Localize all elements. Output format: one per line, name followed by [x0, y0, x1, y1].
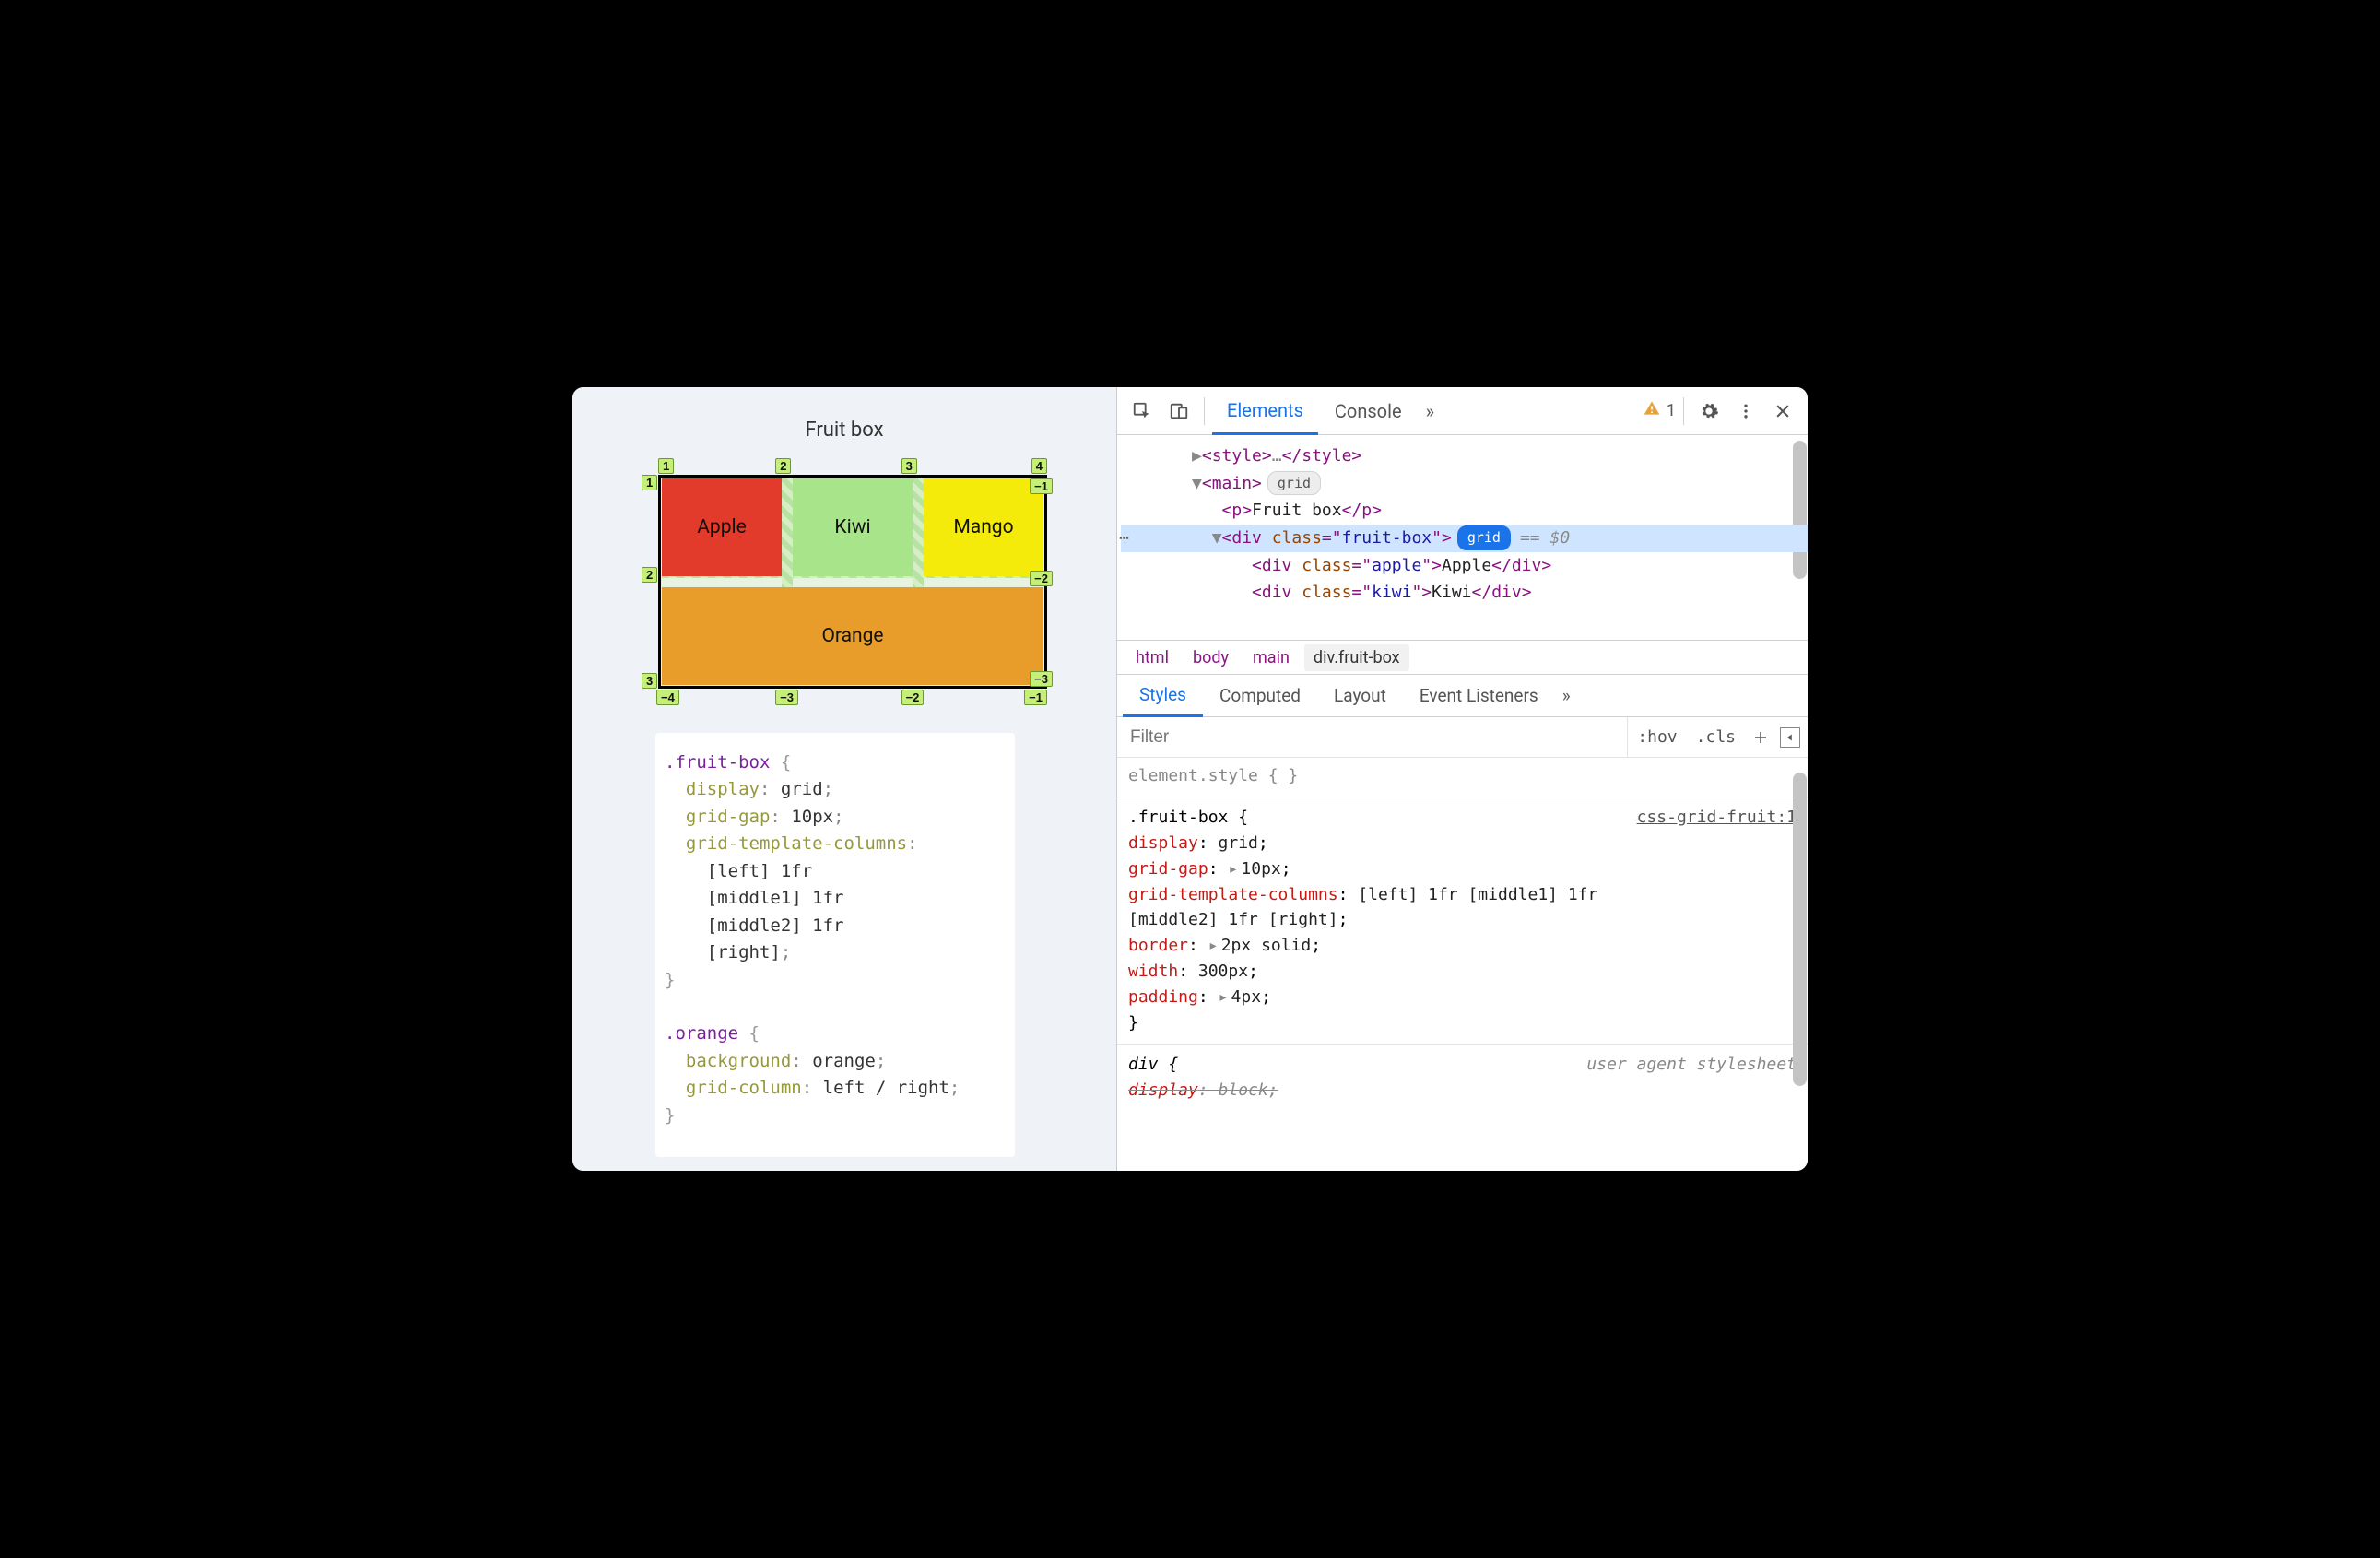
cls-toggle[interactable]: .cls [1687, 717, 1745, 757]
css-decl[interactable]: width: 300px; [1128, 959, 1797, 985]
crumb-fruitbox[interactable]: div.fruit-box [1304, 644, 1409, 671]
grid-linenum: 3 [901, 458, 917, 474]
devtools-toolbar: Elements Console » 1 [1117, 387, 1808, 435]
cell-apple: Apple [662, 478, 782, 576]
cell-kiwi: Kiwi [793, 478, 913, 576]
scrollbar-thumb[interactable] [1793, 773, 1807, 1086]
app-window: Fruit box Apple Kiwi Mango Orange 1 2 3 … [572, 387, 1808, 1171]
filter-input[interactable] [1117, 717, 1627, 757]
css-decl[interactable]: grid-template-columns: [left] 1fr [middl… [1128, 882, 1797, 908]
cell-orange: Orange [662, 587, 1043, 685]
css-decl[interactable]: padding: ▸4px; [1128, 985, 1797, 1010]
dom-breadcrumb: html body main div.fruit-box [1117, 640, 1808, 675]
grid-linenum: 2 [775, 458, 791, 474]
css-decl[interactable]: display: grid; [1128, 831, 1797, 856]
dom-node-style[interactable]: ▶<style>…</style> [1121, 443, 1808, 470]
dom-node-kiwi[interactable]: <div class="kiwi">Kiwi</div> [1121, 579, 1808, 607]
source-link[interactable]: css-grid-fruit:1 [1637, 805, 1797, 831]
element-style-rule[interactable]: element.style { [1128, 766, 1278, 785]
crumb-main[interactable]: main [1243, 644, 1299, 671]
grid-overlay: Apple Kiwi Mango Orange 1 2 3 4 1 2 3 −1… [642, 458, 1047, 705]
page-preview-pane: Fruit box Apple Kiwi Mango Orange 1 2 3 … [572, 387, 1116, 1171]
warnings-badge[interactable]: 1 [1643, 399, 1676, 422]
css-decl[interactable]: grid-gap: ▸10px; [1128, 856, 1797, 882]
tab-event-listeners[interactable]: Event Listeners [1403, 675, 1555, 717]
dom-tree-panel[interactable]: ▶<style>…</style> ▼<main>grid <p>Fruit b… [1117, 435, 1808, 640]
rule-selector-div[interactable]: div { [1128, 1052, 1178, 1078]
crumb-body[interactable]: body [1184, 644, 1238, 671]
devtools-pane: Elements Console » 1 ▶<style>…</ [1116, 387, 1808, 1171]
tab-layout[interactable]: Layout [1317, 675, 1403, 717]
device-toggle-icon[interactable] [1161, 394, 1196, 429]
grid-linenum: 1 [642, 475, 657, 490]
dom-node-main[interactable]: ▼<main>grid [1121, 470, 1808, 498]
grid-linenum: −4 [656, 690, 679, 705]
grid-linenum: −3 [1030, 671, 1053, 687]
css-decl[interactable]: border: ▸2px solid; [1128, 933, 1797, 959]
grid-linenum: 1 [658, 458, 674, 474]
grid-linenum: −2 [1030, 571, 1053, 586]
warning-icon [1643, 399, 1661, 422]
gear-icon[interactable] [1691, 394, 1726, 429]
grid-linenum: −3 [775, 690, 798, 705]
grid-linenum: −1 [1024, 690, 1047, 705]
styles-tabs: Styles Computed Layout Event Listeners » [1117, 675, 1808, 717]
styles-filter-row: :hov .cls [1117, 717, 1808, 758]
grid-linenum: −2 [901, 690, 925, 705]
inspect-element-icon[interactable] [1125, 394, 1160, 429]
grid-linenum: 3 [642, 673, 657, 689]
kebab-menu-icon[interactable] [1728, 394, 1763, 429]
css-decl-ua: display: block; [1128, 1078, 1797, 1104]
styles-body[interactable]: element.style { } .fruit-box {css-grid-f… [1117, 758, 1808, 1171]
tab-elements[interactable]: Elements [1212, 387, 1318, 435]
tab-console[interactable]: Console [1320, 387, 1417, 435]
eq-zero: == $0 [1520, 528, 1570, 548]
separator [1683, 397, 1684, 425]
close-icon[interactable] [1765, 394, 1800, 429]
dom-node-fruitbox[interactable]: ▼<div class="fruit-box">grid== $0 [1121, 525, 1808, 552]
grid-linenum: 2 [642, 567, 657, 583]
separator [1204, 397, 1205, 425]
grid-pill-active[interactable]: grid [1457, 525, 1511, 550]
tabs-overflow[interactable]: » [1419, 387, 1442, 435]
css-decl-cont[interactable]: [middle2] 1fr [right]; [1128, 907, 1797, 933]
toggle-sidebar-icon[interactable] [1780, 727, 1800, 748]
new-rule-icon[interactable] [1745, 729, 1776, 746]
tab-computed[interactable]: Computed [1203, 675, 1317, 717]
tab-styles[interactable]: Styles [1123, 675, 1203, 717]
warning-count: 1 [1667, 401, 1676, 420]
grid-cells: Apple Kiwi Mango Orange [662, 478, 1043, 685]
dom-node-apple[interactable]: <div class="apple">Apple</div> [1121, 552, 1808, 580]
grid-linenum: 4 [1031, 458, 1047, 474]
hov-toggle[interactable]: :hov [1627, 717, 1686, 757]
rule-selector[interactable]: .fruit-box { [1128, 805, 1248, 831]
cell-mango: Mango [924, 478, 1043, 576]
ua-stylesheet-label: user agent stylesheet [1586, 1052, 1797, 1078]
preview-title: Fruit box [609, 419, 1079, 442]
css-code-card: .fruit-box { display: grid; grid-gap: 10… [655, 733, 1015, 1157]
grid-pill[interactable]: grid [1267, 471, 1321, 496]
dom-node-p[interactable]: <p>Fruit box</p> [1121, 497, 1808, 525]
crumb-html[interactable]: html [1126, 644, 1178, 671]
styles-tabs-overflow[interactable]: » [1555, 675, 1578, 717]
grid-linenum: −1 [1030, 478, 1053, 494]
